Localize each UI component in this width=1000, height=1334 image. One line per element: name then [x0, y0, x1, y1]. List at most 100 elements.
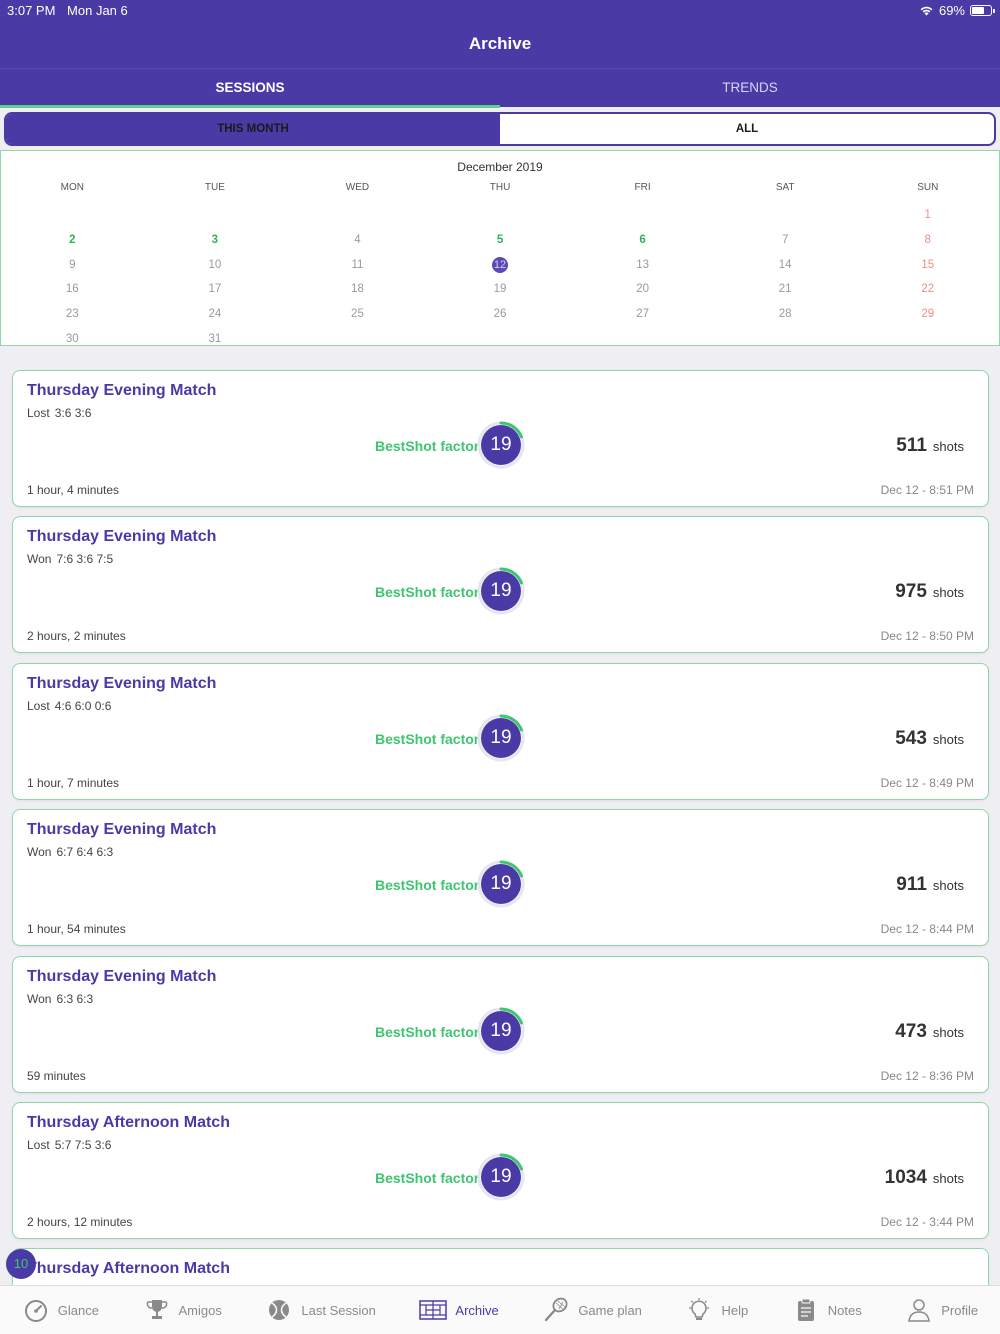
nav-label: Archive [455, 1302, 499, 1318]
calendar-day[interactable]: 25 [286, 302, 429, 327]
calendar-day[interactable]: 14 [714, 253, 857, 278]
bestshot-factor-gauge: 19 [477, 714, 525, 762]
calendar-day[interactable]: 19 [429, 277, 572, 302]
set-scores: 6:7 6:4 6:3 [56, 845, 114, 860]
tab-bar: SESSIONS TRENDS [0, 68, 1000, 108]
shot-count: 975 shots [895, 581, 964, 603]
bestshot-factor-value: 19 [481, 717, 521, 758]
shot-count-value: 511 [896, 435, 927, 456]
nav-game-plan[interactable]: Game plan [542, 1296, 642, 1324]
shot-count-label: shots [932, 1170, 964, 1186]
weekday-label: MON [60, 182, 84, 193]
session-card[interactable]: Thursday Evening Match Won 6:3 6:3 BestShot… [12, 955, 989, 1093]
nav-label: Notes [827, 1302, 862, 1318]
calendar-day[interactable]: 12 [429, 253, 572, 278]
calendar-day[interactable]: 29 [856, 302, 999, 327]
session-result: Lost 4:6 6:0 0:6 [27, 699, 111, 713]
calendar-day[interactable]: 26 [429, 302, 572, 327]
calendar-day[interactable]: 20 [571, 277, 714, 302]
nav-amigos[interactable]: Amigos [143, 1296, 222, 1324]
calendar-day[interactable]: 18 [286, 277, 429, 302]
session-timestamp: Dec 12 - 3:44 PM [880, 1214, 974, 1229]
session-card[interactable]: Thursday Afternoon Match Lost 5:7 7:5 3:6 B… [12, 1101, 989, 1239]
calendar-empty [144, 203, 287, 228]
calendar-day[interactable]: 4 [286, 228, 429, 253]
calendar-day[interactable]: 5 [429, 228, 572, 253]
nav-last-session[interactable]: Last Session [265, 1296, 376, 1324]
calendar-empty [714, 327, 857, 352]
calendar-day[interactable]: 10 [144, 253, 287, 278]
calendar-day[interactable]: 6 [571, 228, 714, 253]
nav-help[interactable]: Help [685, 1296, 748, 1324]
set-scores: 5:7 7:5 3:6 [54, 1137, 112, 1152]
court-icon [419, 1300, 448, 1320]
calendar-day[interactable]: 22 [856, 277, 999, 302]
result-label: Won [27, 552, 52, 567]
tennis-ball-icon [269, 1300, 290, 1320]
session-duration: 1 hour, 7 minutes [27, 775, 120, 790]
calendar-day[interactable]: 23 [1, 302, 144, 327]
tab-trends[interactable]: TRENDS [500, 69, 1000, 107]
calendar-day[interactable]: 3 [144, 228, 287, 253]
bestshot-factor-gauge: 19 [477, 421, 525, 469]
battery-icon [970, 5, 995, 16]
weekday-label: SUN [917, 182, 939, 193]
status-time: 3:07 PM [7, 3, 56, 18]
segment-this-month[interactable]: THIS MONTH [6, 114, 500, 144]
session-card[interactable]: Thursday Evening Match Won 6:7 6:4 6:3 Best… [12, 809, 989, 947]
weekday-label: FRI [634, 182, 651, 193]
nav-archive[interactable]: Archive [419, 1296, 499, 1324]
calendar-empty [571, 327, 714, 352]
session-card[interactable]: Thursday Evening Match Won 7:6 3:6 7:5 Best… [12, 516, 989, 654]
calendar-day[interactable]: 8 [856, 228, 999, 253]
shot-count-value: 473 [895, 1020, 927, 1042]
calendar-day[interactable]: 21 [714, 277, 857, 302]
nav-label: Last Session [301, 1302, 376, 1318]
calendar-day[interactable]: 1 [856, 203, 999, 228]
calendar-empty [571, 203, 714, 228]
calendar-day[interactable]: 7 [714, 228, 857, 253]
session-card[interactable]: Thursday Evening Match Lost 4:6 6:0 0:6 Bes… [12, 662, 989, 800]
session-title: Thursday Afternoon Match [27, 1260, 230, 1278]
shot-count: 543 shots [895, 728, 964, 750]
calendar-day[interactable]: 9 [1, 253, 144, 278]
clipboard-icon [797, 1298, 814, 1321]
session-duration: 1 hour, 4 minutes [27, 483, 120, 497]
calendar-day[interactable]: 27 [571, 302, 714, 327]
selected-day: 12 [492, 256, 509, 273]
calendar-day[interactable]: 30 [1, 327, 144, 352]
calendar-day[interactable]: 11 [286, 253, 429, 278]
nav-glance[interactable]: Glance [22, 1296, 99, 1324]
calendar-empty [714, 203, 857, 228]
nav-notes[interactable]: Notes [792, 1296, 862, 1324]
calendar-day[interactable]: 24 [144, 302, 287, 327]
status-right: 69% [919, 3, 995, 18]
session-result: Won 6:7 6:4 6:3 [27, 845, 113, 859]
segment-all[interactable]: ALL [500, 114, 994, 144]
tab-sessions[interactable]: SESSIONS [0, 69, 500, 108]
calendar-day[interactable]: 2 [1, 228, 144, 253]
calendar-week: 16 17 18 19 20 21 22 [1, 277, 999, 302]
calendar-day[interactable]: 13 [571, 253, 714, 278]
calendar: December 2019 MON TUE WED THU FRI SAT SUN 1234… [0, 150, 1000, 346]
calendar-day[interactable]: 15 [856, 253, 999, 278]
session-result: Lost 5:7 7:5 3:6 [27, 1138, 111, 1152]
calendar-week: 2345678 [1, 228, 999, 253]
set-scores: 7:6 3:6 7:5 [56, 552, 114, 567]
calendar-day[interactable]: 16 [1, 277, 144, 302]
shot-count-value: 1034 [884, 1166, 927, 1188]
battery-percent: 69% [938, 3, 965, 18]
shot-count: 511 shots [896, 435, 964, 457]
shot-count: 911 shots [896, 874, 964, 896]
nav-profile[interactable]: Profile [905, 1296, 978, 1324]
shot-count-label: shots [932, 1024, 964, 1040]
nav-label: Amigos [178, 1302, 222, 1318]
calendar-day[interactable]: 17 [144, 277, 287, 302]
calendar-day[interactable]: 31 [144, 327, 287, 352]
bestshot-factor-value: 19 [481, 425, 521, 465]
result-label: Won [27, 991, 52, 1006]
calendar-day[interactable]: 28 [714, 302, 857, 327]
nav-label: Glance [57, 1302, 99, 1318]
session-card[interactable]: Thursday Evening Match Lost 3:6 3:6 BestSho… [12, 370, 989, 507]
session-result: Lost 3:6 3:6 [27, 406, 91, 420]
